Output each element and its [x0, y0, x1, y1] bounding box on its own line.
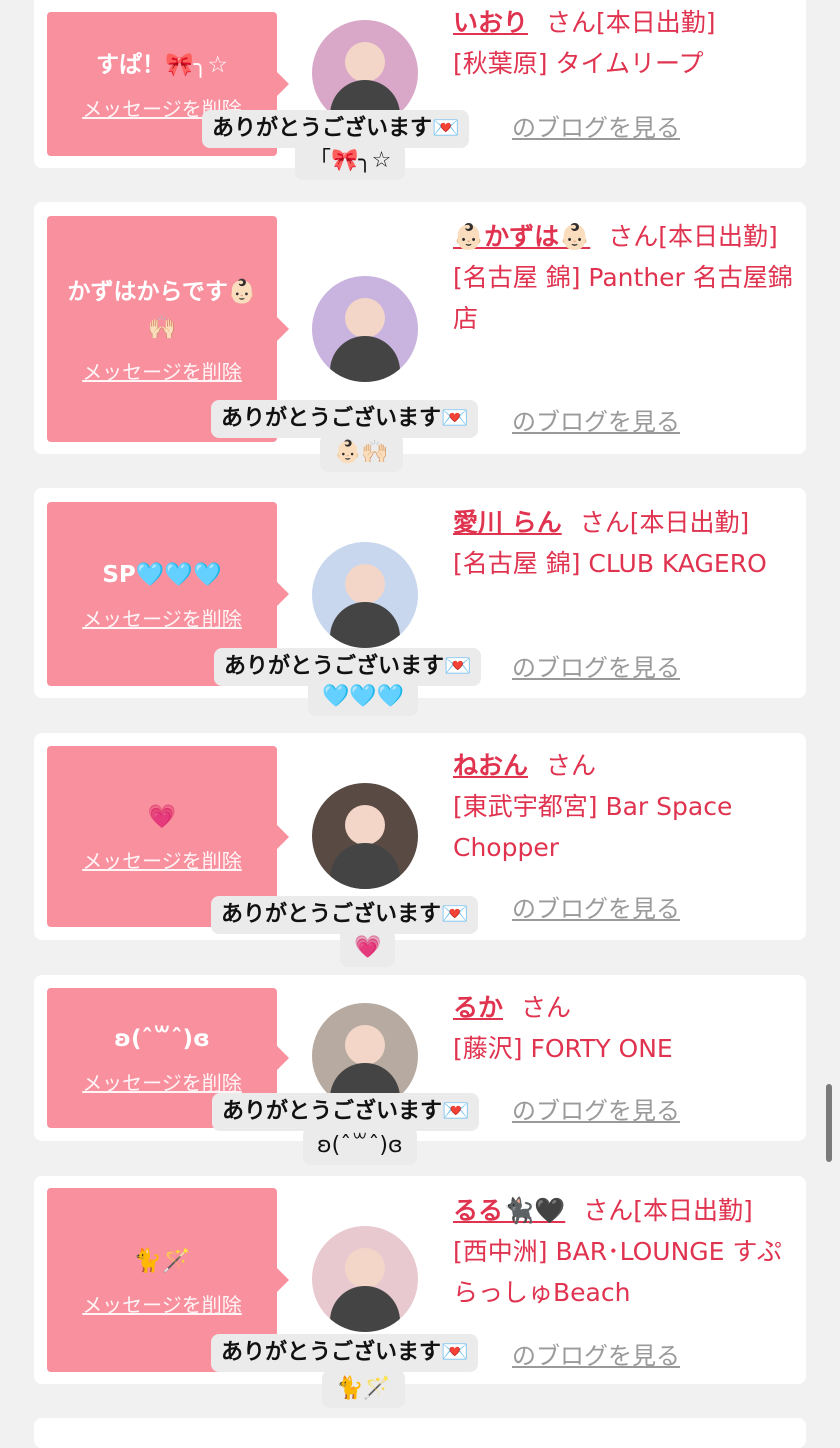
avatar-head: [345, 805, 385, 845]
shop-name: [秋葉原] タイムリープ: [453, 49, 704, 78]
cast-info: 愛川 らん さん[本日出勤] [名古屋 錦] CLUB KAGERO: [453, 502, 793, 584]
reaction-emoji: 💗: [340, 929, 396, 967]
reaction-emoji: 🩵🩵🩵: [308, 678, 419, 716]
message-list: すぱ！🎀╮☆ メッセージを削除 いおり さん[本日出勤] [秋葉原] タイムリープ のブロ…: [0, 0, 840, 1430]
view-blog-link[interactable]: のブログを見る: [512, 648, 680, 683]
cast-info: 👶🏻かずは👶🏻 さん[本日出勤] [名古屋 錦] Panther 名古屋錦店: [453, 216, 793, 339]
shop-name: [西中洲] BAR･LOUNGE すぷらっしゅBeach: [453, 1237, 782, 1307]
cast-name-link[interactable]: 👶🏻かずは👶🏻: [453, 222, 590, 251]
shop-name: [東武宇都宮] Bar Space Chopper: [453, 792, 733, 862]
work-status: [本日出勤]: [658, 222, 778, 251]
delete-message-link[interactable]: メッセージを削除: [82, 1067, 242, 1096]
work-status: [本日出勤]: [629, 508, 750, 537]
thanks-reaction-tooltip: ありがとうございます💌: [211, 896, 479, 934]
message-text: ʚ(ˆ꒳ˆ)ɞ: [114, 1025, 210, 1052]
honorific: さん: [546, 8, 597, 37]
thanks-reaction-tooltip: ありがとうございます💌: [211, 400, 479, 438]
cast-name-link[interactable]: ねおん: [453, 751, 528, 780]
view-blog-link[interactable]: のブログを見る: [512, 1336, 680, 1371]
view-blog-link[interactable]: のブログを見る: [512, 1091, 680, 1126]
view-blog-link[interactable]: のブログを見る: [512, 402, 680, 437]
reaction-emoji: 👶🏻🙌🏻: [320, 434, 403, 472]
view-blog-link[interactable]: のブログを見る: [512, 889, 680, 924]
reaction-emoji: 「🎀╮☆: [295, 142, 406, 180]
avatar-head: [345, 564, 385, 604]
honorific: さん: [583, 1196, 634, 1225]
thanks-reaction-tooltip: ありがとうございます💌: [212, 1093, 480, 1131]
reaction-emoji: 🐈🪄: [322, 1370, 405, 1408]
delete-message-link[interactable]: メッセージを削除: [82, 1289, 242, 1318]
shop-name: [藤沢] FORTY ONE: [453, 1034, 673, 1063]
avatar-head: [345, 1025, 385, 1065]
reaction-emoji: ʚ(ˆ꒳ˆ)ɞ: [303, 1127, 417, 1165]
avatar-body: [330, 843, 400, 889]
avatar-body: [330, 336, 400, 382]
delete-message-link[interactable]: メッセージを削除: [82, 356, 242, 385]
avatar-head: [345, 1248, 385, 1288]
honorific: さん: [521, 993, 572, 1022]
delete-message-link[interactable]: メッセージを削除: [82, 603, 242, 632]
message-text: 💗: [147, 804, 177, 830]
avatar-head: [345, 42, 385, 82]
cast-avatar[interactable]: [312, 276, 418, 382]
shop-name: [名古屋 錦] Panther 名古屋錦店: [453, 263, 793, 333]
cast-avatar[interactable]: [312, 542, 418, 648]
message-text: かずはからです👶🏻🙌🏻: [67, 278, 257, 341]
avatar-body: [330, 1286, 400, 1332]
delete-message-link[interactable]: メッセージを削除: [82, 845, 242, 874]
next-card-edge: [34, 1418, 806, 1448]
cast-info: るる🐈‍⬛🖤 さん[本日出勤] [西中洲] BAR･LOUNGE すぷらっしゅBea…: [453, 1190, 793, 1313]
honorific: さん: [608, 222, 659, 251]
cast-avatar[interactable]: [312, 783, 418, 889]
cast-info: いおり さん[本日出勤] [秋葉原] タイムリープ: [453, 2, 793, 84]
thanks-reaction-tooltip: ありがとうございます💌: [211, 1334, 479, 1372]
message-text: 🐈🪄: [133, 1247, 191, 1274]
message-text: すぱ！🎀╮☆: [95, 51, 229, 78]
cast-info: るか さん [藤沢] FORTY ONE: [453, 987, 793, 1069]
cast-name-link[interactable]: るる🐈‍⬛🖤: [453, 1196, 565, 1225]
work-status: [本日出勤]: [633, 1196, 753, 1225]
view-blog-link[interactable]: のブログを見る: [512, 108, 680, 143]
cast-name-link[interactable]: いおり: [453, 8, 528, 37]
cast-name-link[interactable]: 愛川 らん: [453, 508, 562, 537]
cast-info: ねおん さん [東武宇都宮] Bar Space Chopper: [453, 745, 793, 868]
avatar-body: [330, 602, 400, 648]
cast-avatar[interactable]: [312, 1226, 418, 1332]
message-text: SP🩵🩵🩵: [102, 561, 222, 588]
scrollbar[interactable]: [826, 1084, 832, 1162]
shop-name: [名古屋 錦] CLUB KAGERO: [453, 549, 767, 578]
honorific: さん: [579, 508, 630, 537]
avatar-head: [345, 298, 385, 338]
cast-name-link[interactable]: るか: [453, 993, 503, 1022]
honorific: さん: [546, 751, 597, 780]
work-status: [本日出勤]: [596, 8, 716, 37]
